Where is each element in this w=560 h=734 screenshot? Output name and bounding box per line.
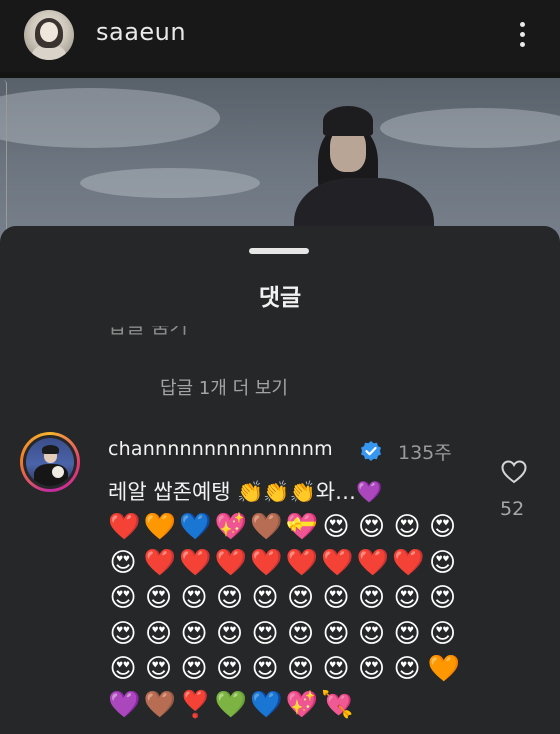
emoji: 😍 — [215, 618, 244, 649]
comment-time: 135주 — [398, 442, 452, 464]
emoji: 💝 — [285, 512, 318, 542]
emoji: ❤️ — [250, 547, 283, 578]
emoji: 💙 — [250, 689, 283, 720]
emoji: 💖 — [285, 689, 318, 720]
emoji: 💚 — [214, 689, 247, 720]
view-more-replies-link[interactable]: 답글 1개 더 보기 — [160, 374, 288, 400]
emoji: 😍 — [109, 547, 137, 578]
emoji: ❤️ — [392, 547, 425, 578]
emoji: ❤️ — [108, 512, 141, 542]
emoji: ❤️ — [179, 547, 212, 578]
hide-replies-link[interactable]: 답글 숨기 — [108, 326, 188, 344]
emoji: 😍 — [251, 583, 279, 613]
emoji: 😍 — [357, 583, 386, 613]
drag-handle[interactable] — [249, 248, 309, 254]
commenter-username[interactable]: channnnnnnnnnnnnnm — [108, 438, 333, 460]
comment-text: 레알 쌉존예탱 👏👏👏와…💜 — [108, 480, 383, 504]
emoji: 💖 — [214, 512, 247, 542]
emoji: 😍 — [180, 583, 208, 613]
header-username[interactable]: saaeun — [96, 18, 186, 46]
emoji: 😍 — [393, 654, 421, 684]
emoji: 😍 — [393, 583, 421, 613]
emoji: ❤️ — [356, 547, 389, 578]
emoji: 🧡 — [427, 654, 460, 684]
emoji: 😍 — [322, 654, 350, 684]
emoji: 😍 — [251, 654, 279, 684]
emoji: 😍 — [180, 618, 208, 649]
emoji: 😍 — [428, 618, 457, 649]
emoji: ❤️ — [214, 547, 247, 578]
emoji: 😍 — [109, 583, 137, 613]
emoji: 😍 — [322, 583, 350, 613]
emoji: ❤️ — [285, 547, 318, 578]
emoji: 💙 — [179, 512, 212, 542]
emoji: 😍 — [393, 512, 421, 542]
emoji: 😍 — [428, 547, 457, 578]
emoji: 😍 — [428, 512, 457, 542]
emoji: 🤎 — [250, 512, 283, 542]
emoji: 😍 — [215, 583, 244, 613]
emoji: ❤️ — [143, 547, 176, 578]
emoji: 😍 — [322, 512, 350, 542]
emoji: 😍 — [357, 512, 386, 542]
emoji: 😍 — [393, 618, 421, 649]
emoji: 😍 — [109, 618, 137, 649]
emoji: ❤️ — [321, 547, 354, 578]
emoji: 😍 — [215, 654, 244, 684]
profile-avatar[interactable] — [24, 10, 74, 60]
emoji: 😍 — [180, 654, 208, 684]
emoji: 😍 — [144, 618, 173, 649]
emoji: 🤎 — [143, 689, 176, 720]
sheet-title: 댓글 — [258, 285, 302, 311]
profile-header: saaeun — [0, 0, 560, 72]
emoji: 😍 — [144, 654, 173, 684]
emoji: 😍 — [428, 583, 457, 613]
more-vertical-icon[interactable] — [512, 20, 532, 50]
verified-badge-icon — [361, 441, 381, 461]
emoji: 💜 — [108, 689, 141, 720]
heart-icon[interactable] — [500, 458, 528, 486]
emoji: 💘 — [321, 689, 354, 720]
emoji: 😍 — [357, 654, 386, 684]
emoji: 🧡 — [143, 512, 176, 542]
emoji: 😍 — [286, 654, 315, 684]
emoji: ❣️ — [179, 689, 212, 720]
emoji: 😍 — [251, 618, 279, 649]
emoji: 😍 — [286, 618, 315, 649]
emoji: 😍 — [109, 654, 137, 684]
emoji: 😍 — [322, 618, 350, 649]
like-count: 52 — [500, 498, 525, 520]
emoji: 😍 — [357, 618, 386, 649]
comments-sheet: 댓글 답글 숨기 답글 1개 더 보기 channnnnnnnnnnnnnm 1… — [0, 226, 560, 734]
commenter-avatar[interactable] — [20, 432, 80, 492]
emoji: 😍 — [286, 583, 315, 613]
emoji: 😍 — [144, 583, 173, 613]
